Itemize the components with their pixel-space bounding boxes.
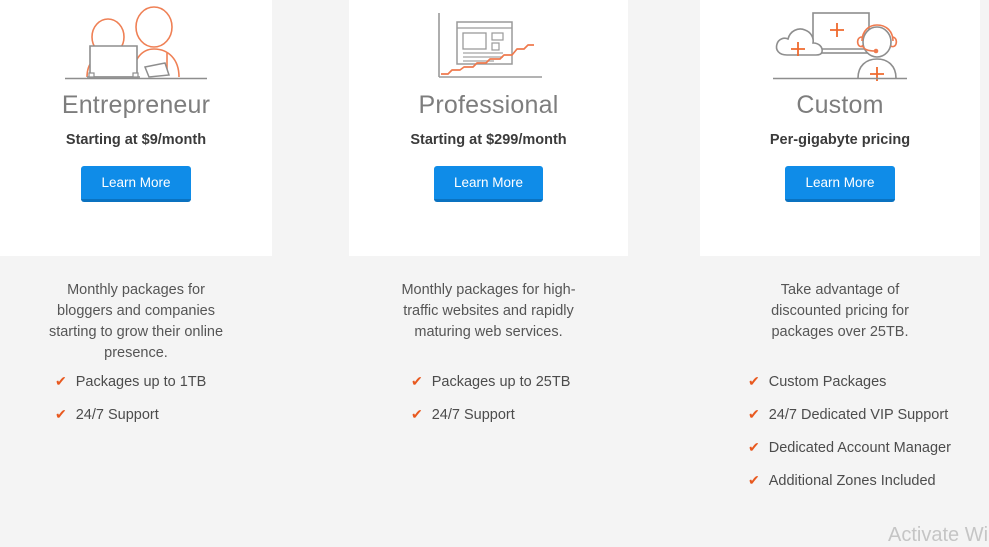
list-item: ✔ 24/7 Support <box>55 405 206 424</box>
check-icon: ✔ <box>55 406 67 422</box>
feature-list: ✔ Custom Packages ✔ 24/7 Dedicated VIP S… <box>748 372 951 504</box>
plan-price: Starting at $299/month <box>410 132 567 148</box>
list-item: ✔ Additional Zones Included <box>748 471 951 490</box>
people-laptop-illustration <box>0 0 272 88</box>
learn-more-button-custom[interactable]: Learn More <box>785 166 895 202</box>
feature-label: 24/7 Support <box>431 407 515 423</box>
check-icon: ✔ <box>748 373 760 389</box>
list-item: ✔ 24/7 Support <box>411 405 570 424</box>
feature-list: ✔ Packages up to 1TB ✔ 24/7 Support <box>55 372 206 438</box>
plan-details-custom: Take advantage of discounted pricing for… <box>700 256 980 547</box>
plan-price: Starting at $9/month <box>65 132 207 148</box>
website-growth-chart-illustration <box>349 0 628 88</box>
plan-price: Per-gigabyte pricing <box>769 132 911 148</box>
feature-label: Custom Packages <box>768 374 887 390</box>
learn-more-wrap: Learn More <box>349 166 628 202</box>
pricing-card-entrepreneur[interactable]: Entrepreneur Starting at $9/month Learn … <box>0 0 272 256</box>
list-item: ✔ Packages up to 25TB <box>411 372 570 391</box>
list-item: ✔ Custom Packages <box>748 372 951 391</box>
list-item: ✔ 24/7 Dedicated VIP Support <box>748 405 951 424</box>
plan-description: Monthly packages for bloggers and compan… <box>48 282 224 361</box>
feature-label: Packages up to 25TB <box>431 374 571 390</box>
feature-label: Additional Zones Included <box>768 473 936 489</box>
learn-more-wrap: Learn More <box>0 166 272 202</box>
cloud-support-illustration <box>700 0 980 88</box>
plan-title: Professional <box>418 91 559 119</box>
activate-windows-watermark: Activate Wi <box>888 524 989 546</box>
plan-description: Take advantage of discounted pricing for… <box>771 282 909 340</box>
plan-description: Monthly packages for high-traffic websit… <box>401 282 576 340</box>
feature-label: Dedicated Account Manager <box>768 440 951 456</box>
list-item: ✔ Packages up to 1TB <box>55 372 206 391</box>
list-item: ✔ Dedicated Account Manager <box>748 438 951 457</box>
feature-label: 24/7 Dedicated VIP Support <box>768 407 949 423</box>
check-icon: ✔ <box>748 439 760 455</box>
check-icon: ✔ <box>748 472 760 488</box>
plan-details-row: Monthly packages for bloggers and compan… <box>0 256 989 547</box>
feature-label: Packages up to 1TB <box>75 374 207 390</box>
plan-title: Custom <box>796 91 884 119</box>
plan-details-professional: Monthly packages for high-traffic websit… <box>349 256 628 547</box>
pricing-card-custom[interactable]: Custom Per-gigabyte pricing Learn More <box>700 0 980 256</box>
learn-more-wrap: Learn More <box>700 166 980 202</box>
pricing-page: Entrepreneur Starting at $9/month Learn … <box>0 0 989 547</box>
plan-details-entrepreneur: Monthly packages for bloggers and compan… <box>0 256 272 547</box>
feature-list: ✔ Packages up to 25TB ✔ 24/7 Support <box>411 372 570 438</box>
feature-label: 24/7 Support <box>75 407 159 423</box>
check-icon: ✔ <box>411 406 423 422</box>
right-gutter <box>980 0 989 256</box>
check-icon: ✔ <box>55 373 67 389</box>
learn-more-button-entrepreneur[interactable]: Learn More <box>81 166 191 202</box>
check-icon: ✔ <box>411 373 423 389</box>
plan-title: Entrepreneur <box>61 91 211 119</box>
learn-more-button-professional[interactable]: Learn More <box>433 166 544 202</box>
pricing-cards-row: Entrepreneur Starting at $9/month Learn … <box>0 0 989 256</box>
pricing-card-professional[interactable]: Professional Starting at $299/month Lear… <box>349 0 628 256</box>
check-icon: ✔ <box>748 406 760 422</box>
